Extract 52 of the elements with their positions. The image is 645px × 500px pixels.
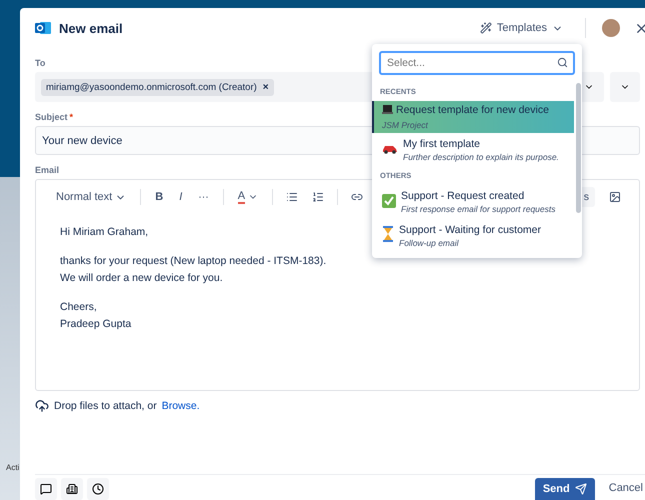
checkmark-icon	[382, 194, 396, 208]
cancel-button[interactable]: Cancel	[598, 478, 645, 494]
template-title: My first template	[403, 138, 482, 150]
template-description: First response email for support requests	[401, 204, 556, 214]
text-color-button[interactable]: A	[232, 186, 264, 208]
template-title: Support - Waiting for customer	[399, 224, 541, 236]
outlook-logo-icon	[35, 20, 51, 36]
comment-icon	[40, 483, 52, 495]
remove-icon[interactable]: ×	[262, 82, 269, 92]
paper-plane-icon	[574, 483, 587, 495]
template-description: Follow-up email	[399, 238, 460, 248]
field-label: To	[35, 58, 46, 68]
upload-cloud-icon	[35, 399, 49, 413]
bold-button[interactable]: B	[149, 187, 170, 207]
image-icon[interactable]	[609, 191, 621, 203]
email-text: We will order a new device for you.	[60, 272, 223, 284]
browse-link[interactable]: Browse.	[162, 400, 200, 412]
numbered-list-icon[interactable]	[312, 191, 324, 203]
clock-icon	[92, 483, 104, 495]
building-icon	[66, 483, 78, 495]
building-button[interactable]	[61, 478, 83, 500]
background-label: Acti	[5, 463, 20, 472]
email-text: Pradeep Gupta	[60, 318, 132, 330]
template-item[interactable]: Support - Waiting for customer Follow-up email	[372, 219, 574, 253]
car-icon	[382, 144, 398, 154]
avatar[interactable]	[602, 19, 620, 37]
email-text: Hi Miriam Graham,	[60, 226, 148, 238]
attach-text: Drop files to attach, or	[54, 400, 157, 412]
clock-button[interactable]	[87, 478, 109, 500]
magic-wand-icon	[480, 22, 492, 34]
text-style-dropdown[interactable]: Normal text	[50, 187, 132, 207]
email-text: Cheers,	[60, 301, 97, 313]
template-item[interactable]: Support - Request created First response email for support requests	[372, 185, 574, 219]
template-search-field[interactable]: Select...	[379, 51, 575, 75]
link-icon[interactable]	[351, 191, 364, 203]
email-text: thanks for your request (New laptop needed - ITSM-183).	[60, 255, 326, 267]
template-item[interactable]: Request template for new device JSM Project	[372, 101, 574, 133]
template-title: Support - Request created	[401, 190, 526, 202]
field-label: Subject *	[35, 112, 74, 122]
template-title: Request template for new device	[382, 104, 549, 118]
more-button[interactable]: ···	[192, 187, 215, 207]
recipient-tag[interactable]: miriamg@yasoondemo.onmicrosoft.com (Creator) ×	[41, 78, 274, 96]
comment-button[interactable]	[35, 478, 57, 500]
hourglass-icon	[382, 226, 394, 242]
send-button[interactable]: Send	[534, 478, 595, 500]
italic-button[interactable]: I	[173, 187, 188, 207]
search-icon[interactable]	[557, 57, 568, 68]
templates-button[interactable]: Templates	[474, 18, 569, 38]
template-description: Further description to explain its purpose.	[403, 152, 559, 162]
dialog-title: New email	[59, 20, 124, 36]
laptop-icon	[382, 105, 393, 115]
field-label: Email	[35, 165, 60, 175]
